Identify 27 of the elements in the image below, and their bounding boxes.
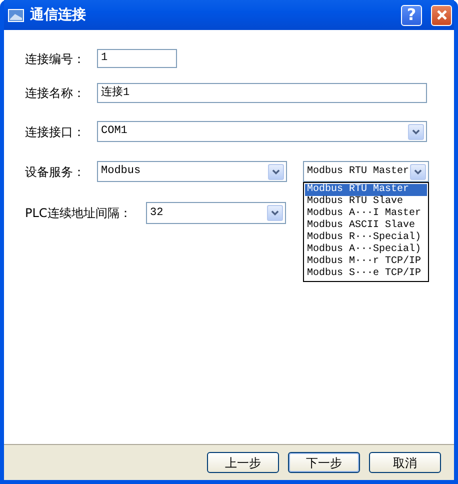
close-button[interactable] bbox=[431, 4, 452, 26]
dropdown-field[interactable]: Modbus RTU Master bbox=[303, 161, 429, 182]
dropdown-field[interactable]: Modbus bbox=[97, 161, 287, 182]
field-label: 设备服务： bbox=[25, 164, 86, 180]
window-title: 通信连接 bbox=[30, 6, 87, 24]
help-button[interactable]: ? bbox=[401, 4, 422, 26]
dropdown-option[interactable]: Modbus A···I Master bbox=[305, 208, 427, 220]
field-label: 连接编号： bbox=[25, 50, 86, 68]
dropdown-option[interactable]: Modbus M···r TCP/IP bbox=[305, 256, 427, 268]
dialog-button[interactable]: 取消 bbox=[369, 452, 441, 473]
dialog-button[interactable]: 上一步 bbox=[207, 452, 279, 473]
input-field[interactable]: 1 bbox=[97, 49, 177, 68]
input-field[interactable]: 连接1 bbox=[97, 83, 427, 103]
dropdown-field[interactable]: COM1 bbox=[97, 121, 427, 142]
dropdown-field[interactable]: 32 bbox=[146, 202, 286, 224]
window-icon bbox=[8, 8, 24, 22]
field-label: PLC连续地址间隔： bbox=[25, 205, 132, 222]
dropdown-option[interactable]: Modbus ASCII Slave bbox=[305, 220, 427, 232]
dropdown-option[interactable]: Modbus RTU Master bbox=[305, 184, 427, 196]
field-label: 连接名称： bbox=[25, 85, 86, 102]
dropdown-option[interactable]: Modbus R···Special) bbox=[305, 232, 427, 244]
close-icon bbox=[436, 9, 448, 21]
dialog-button[interactable]: 下一步 bbox=[288, 452, 360, 473]
field-label: 连接接口： bbox=[25, 124, 86, 140]
dropdown-option[interactable]: Modbus RTU Slave bbox=[305, 196, 427, 208]
dropdown-option[interactable]: Modbus A···Special) bbox=[305, 244, 427, 256]
dropdown-option[interactable]: Modbus S···e TCP/IP bbox=[305, 268, 427, 280]
